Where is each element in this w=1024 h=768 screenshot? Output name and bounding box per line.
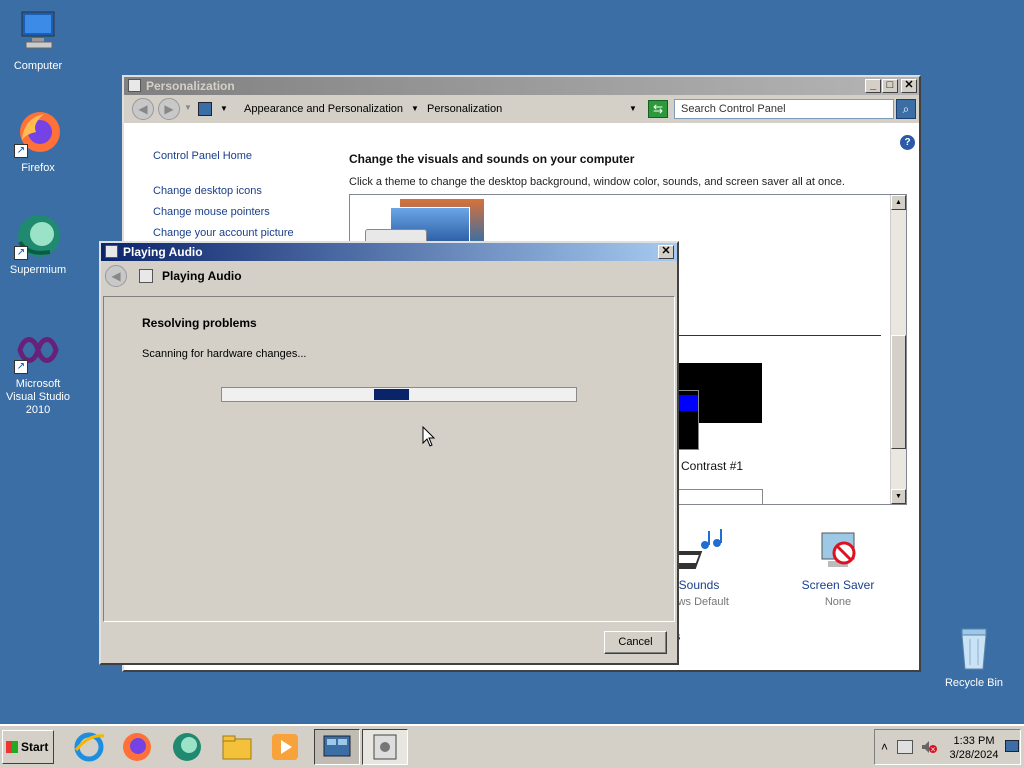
theme-thumbnail[interactable] xyxy=(677,489,763,504)
close-button[interactable]: ✕ xyxy=(901,79,917,93)
chevron-down-icon[interactable]: ▼ xyxy=(411,99,419,119)
page-heading: Change the visuals and sounds on your co… xyxy=(349,152,635,166)
breadcrumb-item[interactable]: Personalization xyxy=(427,99,502,119)
taskbar-task-personalization[interactable] xyxy=(314,729,360,765)
link-control-panel-home[interactable]: Control Panel Home xyxy=(153,150,252,162)
control-panel-icon xyxy=(198,102,212,116)
desktop-icon-label: Recycle Bin xyxy=(944,677,1004,689)
show-desktop-icon[interactable] xyxy=(1005,740,1019,752)
taskbar: Start ˄ × 1:33 PM 3/28/2024 xyxy=(0,724,1024,768)
internet-explorer-icon[interactable] xyxy=(72,730,106,764)
shortcut-arrow-icon: ↗ xyxy=(14,144,28,158)
recent-pages-dropdown[interactable]: ▼ xyxy=(184,103,192,112)
minimize-button[interactable]: _ xyxy=(865,79,881,93)
desktop-icon-supermium[interactable]: ↗ Supermium xyxy=(0,212,76,277)
shortcut-arrow-icon: ↗ xyxy=(14,360,28,374)
dialog-nav-title: Playing Audio xyxy=(162,269,242,283)
link-change-mouse-pointers[interactable]: Change mouse pointers xyxy=(153,206,270,218)
firefox-icon: ↗ xyxy=(14,110,62,158)
maximize-button[interactable]: □ xyxy=(882,79,898,93)
chevron-down-icon[interactable]: ▼ xyxy=(220,99,228,119)
svg-text:×: × xyxy=(930,746,936,754)
link-change-desktop-icons[interactable]: Change desktop icons xyxy=(153,185,262,197)
windows-logo-icon xyxy=(6,741,18,753)
sounds-icon xyxy=(665,529,722,569)
troubleshooter-icon xyxy=(373,734,397,760)
start-button[interactable]: Start xyxy=(2,730,54,764)
page-subheading: Click a theme to change the desktop back… xyxy=(349,176,845,188)
status-heading: Resolving problems xyxy=(142,316,257,330)
recycle-bin-icon xyxy=(950,625,998,673)
personalization-titlebar[interactable]: Personalization _ □ ✕ xyxy=(124,77,919,95)
dialog-content: Resolving problems Scanning for hardware… xyxy=(103,296,675,622)
clock-time: 1:33 PM xyxy=(953,735,995,747)
status-text: Scanning for hardware changes... xyxy=(142,348,307,360)
shortcut-arrow-icon: ↗ xyxy=(14,246,28,260)
forward-button[interactable]: ▶ xyxy=(158,98,180,120)
theme-list-scrollbar[interactable]: ▲ ▼ xyxy=(890,195,906,504)
network-icon[interactable] xyxy=(897,740,913,754)
firefox-icon[interactable] xyxy=(120,730,154,764)
desktop-icon-label: Supermium xyxy=(9,264,67,276)
clock-date: 3/28/2024 xyxy=(949,749,999,761)
scroll-up-button[interactable]: ▲ xyxy=(891,195,906,210)
control-panel-icon xyxy=(128,79,141,92)
breadcrumb[interactable]: ▼ Appearance and Personalization ▼ Perso… xyxy=(198,99,644,119)
desktop-icon-label: Firefox xyxy=(21,162,55,174)
back-button[interactable]: ◀ xyxy=(132,98,154,120)
clock[interactable]: 1:33 PM 3/28/2024 xyxy=(943,734,1005,762)
search-input[interactable]: Search Control Panel xyxy=(674,99,894,119)
cancel-button[interactable]: Cancel xyxy=(604,631,667,654)
desktop-icon-recycle-bin[interactable]: Recycle Bin xyxy=(936,625,1012,690)
desktop-icon-firefox[interactable]: ↗ Firefox xyxy=(0,110,76,175)
file-explorer-icon[interactable] xyxy=(220,730,254,764)
volume-muted-icon[interactable]: × xyxy=(921,740,937,754)
troubleshooter-icon xyxy=(139,269,153,283)
tray-expand-icon[interactable]: ˄ xyxy=(881,740,888,754)
back-button[interactable]: ◀ xyxy=(105,265,127,287)
dialog-titlebar[interactable]: Playing Audio ✕ xyxy=(101,243,677,261)
screen-saver-icon xyxy=(821,532,856,567)
scroll-down-button[interactable]: ▼ xyxy=(891,489,906,504)
troubleshooter-icon xyxy=(105,245,118,258)
media-player-icon[interactable] xyxy=(268,730,302,764)
system-tray: ˄ × 1:33 PM 3/28/2024 xyxy=(874,729,1021,765)
desktop-icon-computer[interactable]: Computer xyxy=(0,8,76,73)
link-change-account-picture[interactable]: Change your account picture xyxy=(153,227,294,239)
theme-preview-titlebar xyxy=(678,395,698,411)
visual-studio-icon: ↗ xyxy=(14,326,62,374)
dialog-nav-bar: ◀ Playing Audio xyxy=(101,261,677,289)
mouse-cursor-icon xyxy=(422,426,436,447)
screen-saver-value: None xyxy=(824,596,852,608)
window-title: Personalization xyxy=(146,79,235,93)
start-label: Start xyxy=(21,740,49,754)
playing-audio-dialog: Playing Audio ✕ ◀ Playing Audio Resolvin… xyxy=(99,241,679,665)
progress-bar xyxy=(221,387,577,402)
dialog-title: Playing Audio xyxy=(123,245,203,259)
address-bar: ◀ ▶ ▼ ▼ Appearance and Personalization ▼… xyxy=(124,95,919,123)
computer-icon xyxy=(14,8,62,56)
supermium-icon[interactable] xyxy=(170,730,204,764)
desktop-icon-label: Microsoft Visual Studio 2010 xyxy=(5,378,70,416)
help-icon[interactable]: ? xyxy=(900,135,915,150)
screen-saver-item[interactable]: Screen Saver None xyxy=(788,527,888,608)
theme-name[interactable]: n Contrast #1 xyxy=(671,459,743,473)
breadcrumb-item[interactable]: Appearance and Personalization xyxy=(244,99,403,119)
search-button[interactable]: ⌕ xyxy=(896,99,916,119)
close-button[interactable]: ✕ xyxy=(658,245,674,259)
desktop-icon-label: Computer xyxy=(13,60,63,72)
address-dropdown-icon[interactable]: ▼ xyxy=(629,99,637,119)
screen-saver-label: Screen Saver xyxy=(801,578,875,592)
progress-marquee xyxy=(374,389,409,400)
desktop-icon-visual-studio[interactable]: ↗ Microsoft Visual Studio 2010 xyxy=(0,326,76,417)
refresh-button[interactable]: ⇆ xyxy=(648,100,668,118)
supermium-icon: ↗ xyxy=(14,212,62,260)
taskbar-task-playing-audio[interactable] xyxy=(362,729,408,765)
control-panel-icon xyxy=(323,735,351,757)
scroll-thumb[interactable] xyxy=(891,335,906,449)
